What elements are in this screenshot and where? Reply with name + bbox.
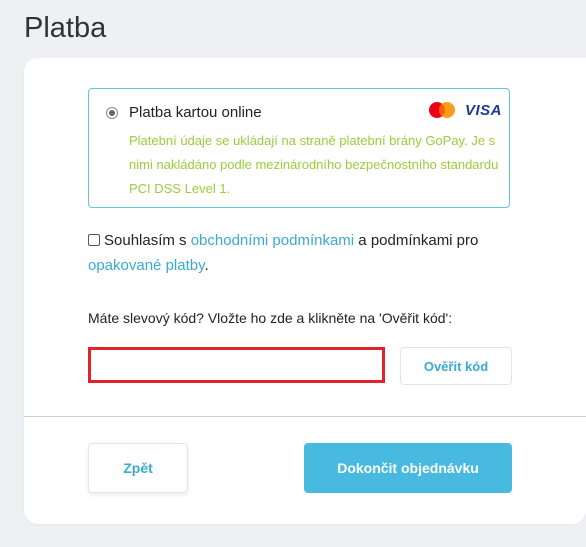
terms-checkbox[interactable] [88,234,100,246]
back-button[interactable]: Zpět [88,443,188,493]
terms-link-business[interactable]: obchodními podmínkami [191,232,354,249]
finish-order-button[interactable]: Dokončit objednávku [304,443,512,493]
promo-label: Máte slevový kód? Vložte ho zde a klikně… [88,310,453,326]
terms-link-recurring[interactable]: opakované platby [88,257,204,274]
terms-suffix: . [204,257,209,274]
payment-option-card-online[interactable]: Platba kartou online VISA Platební údaje… [88,88,510,208]
page-title: Platba [24,12,107,44]
visa-icon: VISA [465,102,503,119]
terms-middle: a podmínkami pro [354,232,479,249]
mastercard-icon [429,102,455,118]
payment-option-description: Platební údaje se ukládají na straně pla… [129,133,499,196]
payment-option-title: Platba kartou online [129,104,262,121]
terms-consent: Souhlasím s obchodními podmínkami a podm… [88,228,528,278]
payment-card: Platba kartou online VISA Platební údaje… [24,58,586,524]
terms-prefix: Souhlasím s [104,232,191,249]
payment-radio[interactable] [106,107,118,119]
promo-code-input[interactable] [88,347,385,383]
divider [24,416,586,417]
verify-code-button[interactable]: Ověřit kód [400,347,512,385]
